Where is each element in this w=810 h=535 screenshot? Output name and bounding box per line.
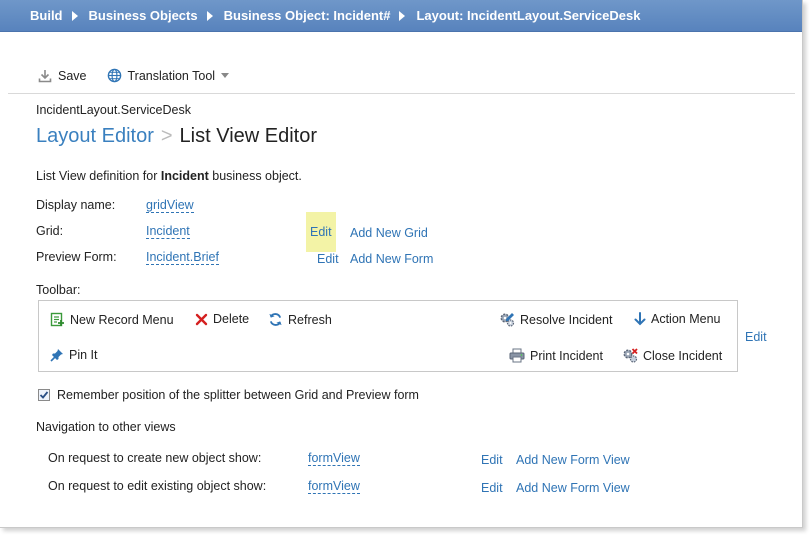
breadcrumb-item-business-objects[interactable]: Business Objects: [89, 8, 198, 23]
print-incident-item[interactable]: Print Incident: [509, 348, 603, 363]
display-name-label: Display name:: [36, 198, 116, 212]
new-record-menu-item[interactable]: New Record Menu: [50, 312, 174, 327]
navigation-label: Navigation to other views: [36, 420, 176, 434]
action-menu-label: Action Menu: [651, 312, 721, 326]
chevron-right-icon: [206, 10, 213, 21]
breadcrumb-item-business-object[interactable]: Business Object: Incident#: [224, 8, 391, 23]
create-edit-link[interactable]: Edit: [481, 453, 503, 467]
display-name-value[interactable]: gridView: [146, 198, 194, 213]
chevron-right-icon: [71, 10, 78, 21]
refresh-item[interactable]: Refresh: [268, 312, 332, 327]
preview-form-value[interactable]: Incident.Brief: [146, 250, 219, 265]
splitter-checkbox[interactable]: [38, 389, 50, 401]
edit-edit-link[interactable]: Edit: [481, 481, 503, 495]
splitter-label: Remember position of the splitter betwee…: [57, 388, 419, 402]
gears-close-icon: [622, 348, 638, 363]
toolbar-preview: New Record Menu Delete Refresh Resolve I…: [38, 300, 738, 372]
toolbar-label: Toolbar:: [36, 283, 81, 297]
close-incident-item[interactable]: Close Incident: [622, 348, 722, 363]
edit-add-form-view-link[interactable]: Add New Form View: [516, 481, 630, 495]
edit-object-value[interactable]: formView: [308, 479, 360, 494]
pin-icon: [50, 348, 64, 362]
breadcrumb: Build Business Objects Business Object: …: [0, 0, 802, 32]
gears-icon: [499, 312, 515, 327]
preview-form-label: Preview Form:: [36, 250, 117, 264]
delete-x-icon: [195, 313, 208, 326]
edit-object-label: On request to edit existing object show:: [48, 479, 267, 493]
create-add-form-view-link[interactable]: Add New Form View: [516, 453, 630, 467]
delete-item[interactable]: Delete: [195, 312, 249, 326]
add-new-grid-link[interactable]: Add New Grid: [350, 226, 428, 240]
page-title: Layout Editor > List View Editor: [36, 125, 317, 148]
title-list-view-editor: List View Editor: [179, 125, 318, 147]
translation-tool-button[interactable]: Translation Tool: [107, 68, 230, 83]
save-icon: [38, 69, 52, 82]
preview-edit-link[interactable]: Edit: [317, 252, 339, 266]
breadcrumb-item-build[interactable]: Build: [30, 8, 63, 23]
save-label: Save: [58, 68, 87, 83]
resolve-incident-item[interactable]: Resolve Incident: [499, 312, 612, 327]
breadcrumb-item-layout[interactable]: Layout: IncidentLayout.ServiceDesk: [416, 8, 640, 23]
title-separator: >: [160, 125, 173, 147]
create-object-value[interactable]: formView: [308, 451, 360, 466]
action-menu-item[interactable]: Action Menu: [634, 312, 720, 326]
grid-label: Grid:: [36, 224, 64, 238]
layout-name: IncidentLayout.ServiceDesk: [36, 103, 191, 117]
description-suffix: business object.: [208, 169, 302, 183]
main-toolbar: Save Translation Tool: [8, 58, 795, 94]
grid-value[interactable]: Incident: [146, 224, 190, 239]
description: List View definition for Incident busine…: [36, 169, 302, 183]
pin-it-label: Pin It: [69, 348, 98, 362]
arrow-down-icon: [634, 312, 646, 326]
print-incident-label: Print Incident: [530, 348, 603, 363]
globe-icon: [107, 68, 121, 83]
delete-label: Delete: [213, 312, 250, 326]
save-button[interactable]: Save: [38, 69, 87, 83]
title-layout-editor-link[interactable]: Layout Editor: [36, 125, 154, 147]
translation-tool-label: Translation Tool: [127, 68, 216, 83]
add-new-form-link[interactable]: Add New Form: [350, 252, 433, 266]
toolbar-edit-link[interactable]: Edit: [745, 330, 767, 344]
resolve-incident-label: Resolve Incident: [520, 312, 613, 327]
refresh-icon: [268, 312, 283, 327]
new-record-icon: [50, 312, 65, 327]
description-object: Incident: [160, 169, 209, 183]
editor-window: Build Business Objects Business Object: …: [0, 0, 803, 528]
printer-icon: [509, 348, 525, 363]
grid-edit-link[interactable]: Edit: [306, 212, 336, 252]
pin-it-item[interactable]: Pin It: [50, 348, 98, 362]
chevron-down-icon[interactable]: [221, 73, 230, 78]
description-prefix: List View definition for: [36, 169, 161, 183]
checkmark-icon: [39, 391, 49, 399]
create-object-label: On request to create new object show:: [48, 451, 262, 465]
chevron-right-icon: [399, 10, 406, 21]
close-incident-label: Close Incident: [643, 348, 723, 363]
refresh-label: Refresh: [288, 312, 332, 327]
new-record-menu-label: New Record Menu: [70, 312, 174, 327]
